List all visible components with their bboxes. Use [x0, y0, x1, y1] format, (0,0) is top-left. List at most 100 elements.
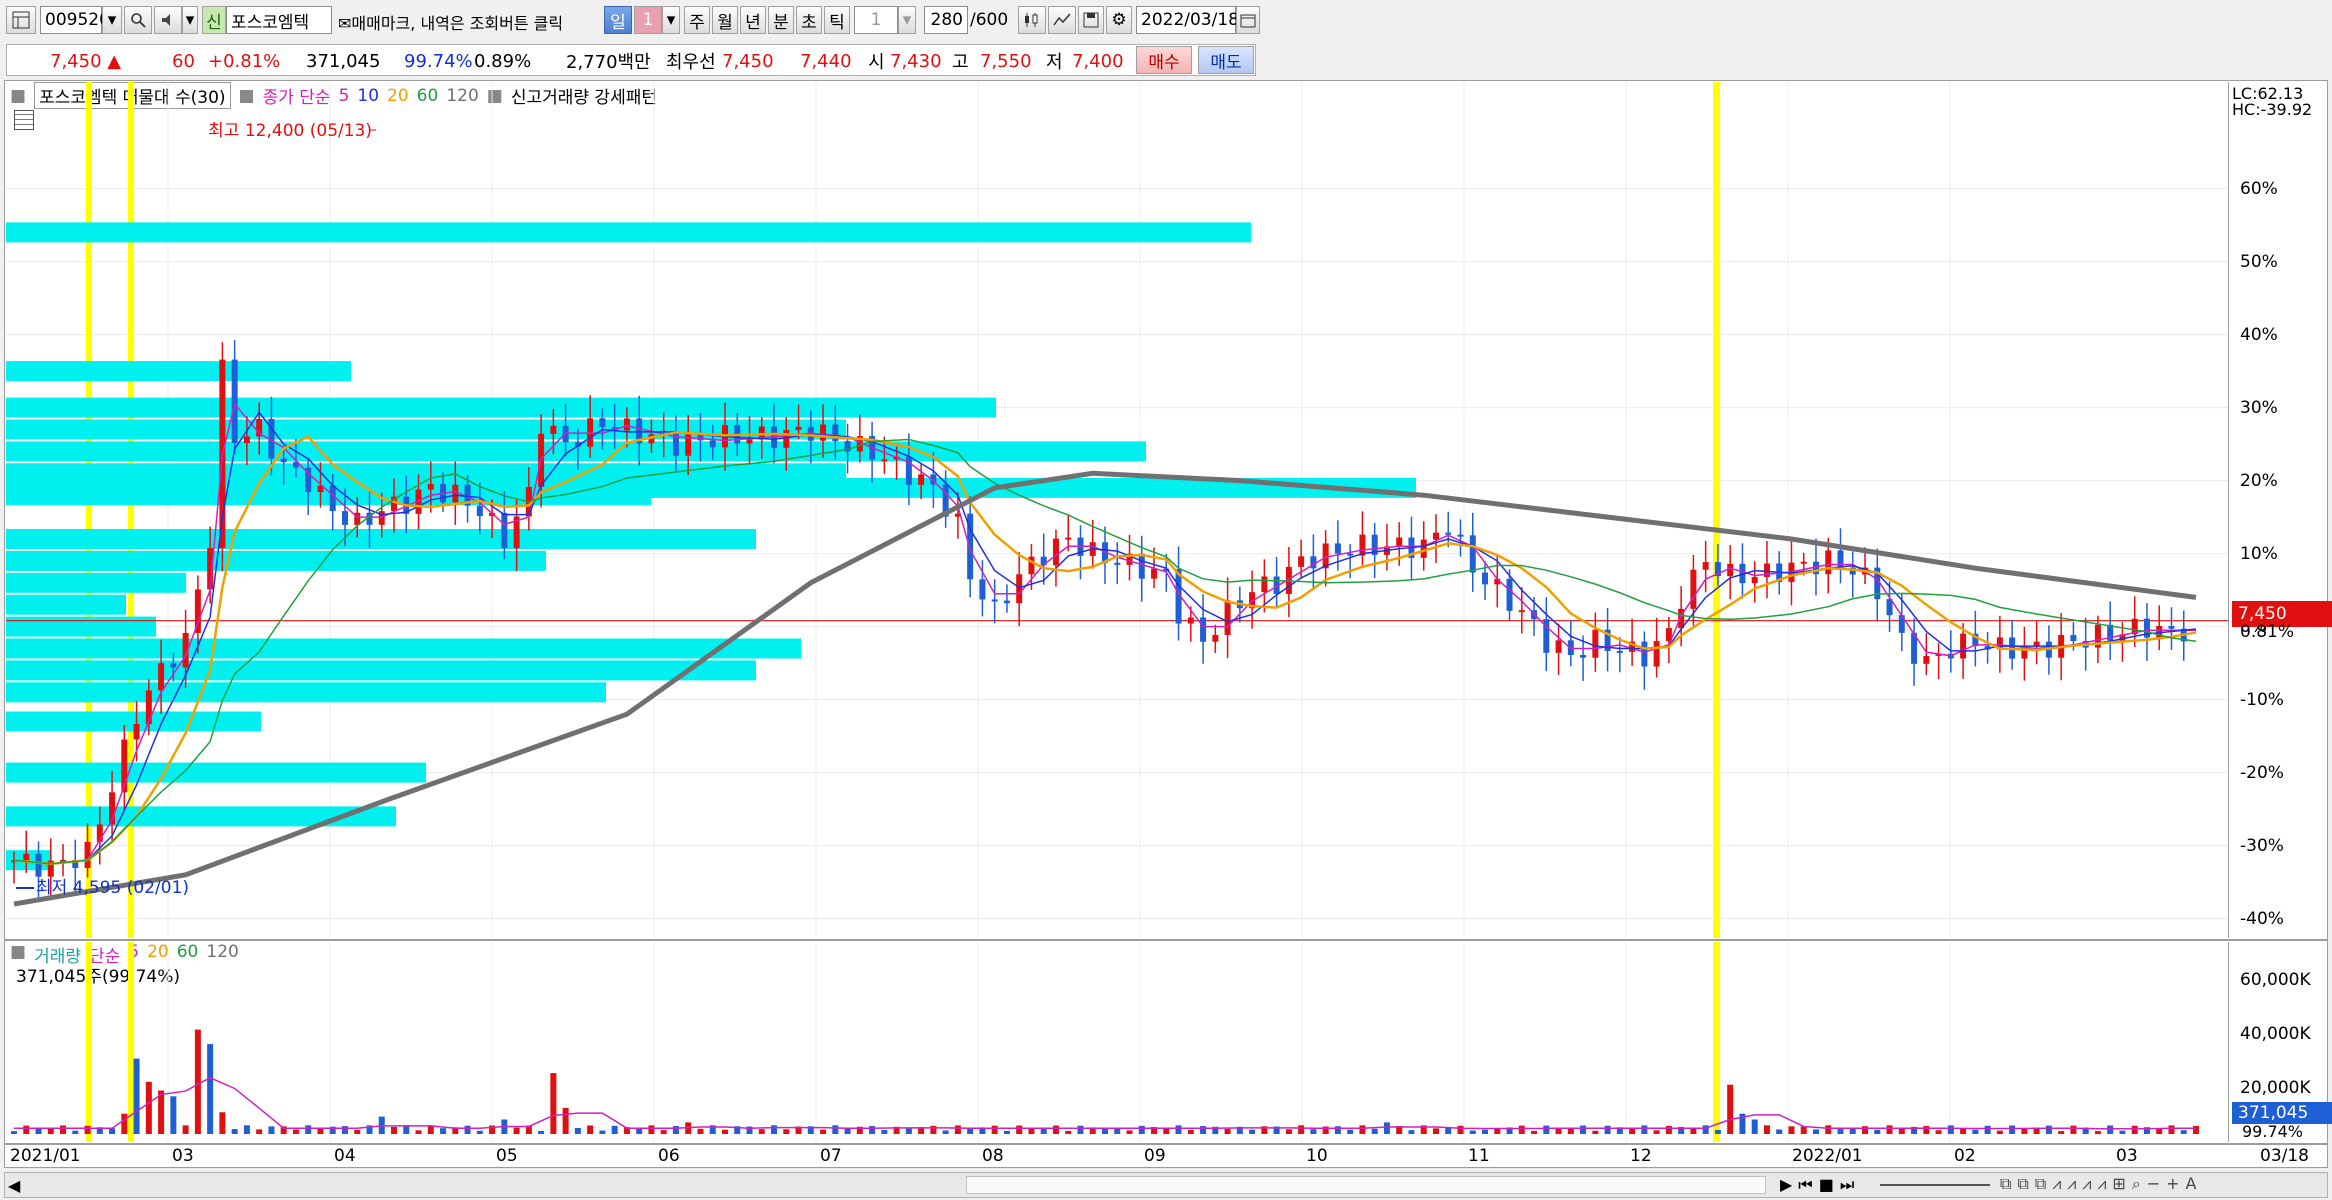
volume-bar: [1114, 1128, 1121, 1134]
zoom-slider[interactable]: [1880, 1184, 1990, 1186]
volume-bar: [2058, 1131, 2065, 1134]
scroll-thumb[interactable]: [966, 1176, 1766, 1194]
candle-body: [1800, 561, 1807, 564]
candle-body: [979, 579, 986, 600]
stock-name-field[interactable]: 포스코엠텍: [226, 6, 332, 34]
volume-bar: [1862, 1126, 1869, 1134]
candle-body: [1518, 610, 1525, 613]
highlight-bar: [128, 942, 134, 1142]
playback-controls[interactable]: ▶⏮■⏭: [1780, 1175, 1860, 1195]
credit-badge: 신: [202, 6, 226, 34]
volume-bar: [1285, 1129, 1292, 1134]
x-tick-label: 11: [1468, 1146, 1490, 1166]
period-tick-button[interactable]: 틱: [824, 6, 850, 34]
volume-bar: [930, 1125, 937, 1134]
tick-dropdown-icon[interactable]: ▾: [898, 6, 916, 34]
calendar-icon[interactable]: [1236, 6, 1260, 34]
volume-bar: [574, 1127, 581, 1134]
save-icon[interactable]: [1078, 6, 1104, 34]
layout-icon[interactable]: [6, 6, 36, 34]
search-icon[interactable]: [124, 6, 152, 34]
candle-body: [1114, 562, 1121, 565]
candle-body: [231, 359, 238, 443]
volume-bar: [881, 1130, 888, 1134]
up-arrow-icon: ▲: [107, 50, 122, 72]
volume-bar: [1531, 1130, 1538, 1134]
sell-button[interactable]: 매도: [1198, 46, 1254, 74]
volume-bar: [1249, 1129, 1256, 1134]
candle-body: [550, 425, 557, 434]
candle-body: [599, 418, 606, 428]
volume-bar: [1383, 1122, 1390, 1134]
candle-body: [243, 436, 250, 443]
volume-profile-bar: [6, 762, 426, 783]
candle-body: [1334, 543, 1341, 554]
period-second-button[interactable]: 초: [796, 6, 822, 34]
tool-icons[interactable]: ⧉⧉⧉⩘⩘⩘⩘⊞⌕−+A: [2000, 1174, 2203, 1194]
volume-bar: [2119, 1130, 2126, 1134]
volume-bar: [415, 1130, 422, 1134]
x-tick-label: 2022/01: [1792, 1146, 1863, 1166]
volume-profile-bar: [6, 529, 756, 549]
period-week-button[interactable]: 주: [684, 6, 710, 34]
price-tick-label: 30%: [2240, 397, 2278, 418]
volume-bar: [1187, 1130, 1194, 1134]
x-tick-label: 04: [334, 1146, 356, 1166]
volume-bar: [2009, 1125, 2016, 1134]
volume-bar: [587, 1125, 594, 1134]
candle-body: [1212, 634, 1219, 642]
volume-bar: [1935, 1130, 1942, 1134]
code-dropdown-icon[interactable]: ▾: [102, 6, 122, 34]
period-year-button[interactable]: 년: [740, 6, 766, 34]
period-minute-button[interactable]: 분: [768, 6, 794, 34]
settings-gear-icon[interactable]: ⚙: [1106, 6, 1132, 34]
date-input[interactable]: 2022/03/18: [1136, 6, 1239, 34]
volume-bar: [599, 1130, 606, 1134]
memo-text[interactable]: ✉매매마크, 내역은 조회버튼 클릭: [338, 10, 563, 34]
tick-value-input[interactable]: 1: [854, 6, 898, 34]
candle-body: [1825, 550, 1832, 575]
volume-bar: [844, 1128, 851, 1134]
price-chart[interactable]: 최고 12,400 (05/13) 최저 4,595 (02/01): [6, 82, 2228, 938]
volume-bar: [771, 1125, 778, 1134]
volume-bar: [391, 1126, 398, 1134]
volume-bar: [1224, 1128, 1231, 1134]
volume-bar: [2107, 1125, 2114, 1134]
vol-tick-60000k: 60,000K: [2240, 970, 2311, 990]
volume-bar: [1763, 1125, 1770, 1134]
stock-code-input[interactable]: 009520: [40, 6, 110, 34]
scroll-left-icon[interactable]: ◀: [8, 1176, 20, 1195]
buy-button[interactable]: 매수: [1136, 46, 1192, 74]
volume-profile-bar: [6, 550, 546, 571]
volume-bar: [1837, 1129, 1844, 1134]
overlay-icon[interactable]: [1048, 6, 1076, 34]
volume-bar: [1543, 1125, 1550, 1134]
candle-type-icon[interactable]: [1018, 6, 1046, 34]
volume-bar: [207, 1044, 214, 1134]
period-day-button[interactable]: 일: [604, 6, 632, 34]
volume-bar: [2180, 1130, 2187, 1134]
volume-bar: [403, 1125, 410, 1134]
period-dropdown-icon[interactable]: ▾: [662, 6, 680, 34]
volume-bar: [672, 1126, 679, 1134]
quote-open-label: 시: [868, 52, 885, 73]
volume-bar: [1347, 1129, 1354, 1134]
speaker-icon[interactable]: [154, 6, 182, 34]
vol-tick-20000k: 20,000K: [2240, 1078, 2311, 1098]
candle-body: [1200, 617, 1207, 642]
speaker-dropdown-icon[interactable]: ▾: [182, 6, 198, 34]
volume-bar: [158, 1090, 165, 1134]
candle-body: [1359, 534, 1366, 556]
volume-profile-bar: [6, 711, 261, 732]
quote-volume-ratio: 99.74%: [404, 50, 473, 72]
volume-bar: [758, 1129, 765, 1134]
volume-bar: [942, 1130, 949, 1134]
period-count-box[interactable]: 1: [634, 6, 662, 34]
volume-chart[interactable]: [6, 942, 2228, 1142]
period-month-button[interactable]: 월: [712, 6, 738, 34]
candle-body: [2168, 625, 2175, 629]
data-count-input[interactable]: 280: [924, 6, 968, 34]
volume-bar: [133, 1058, 140, 1134]
price-tick-label: -10%: [2240, 689, 2284, 710]
candle-body: [341, 511, 348, 525]
